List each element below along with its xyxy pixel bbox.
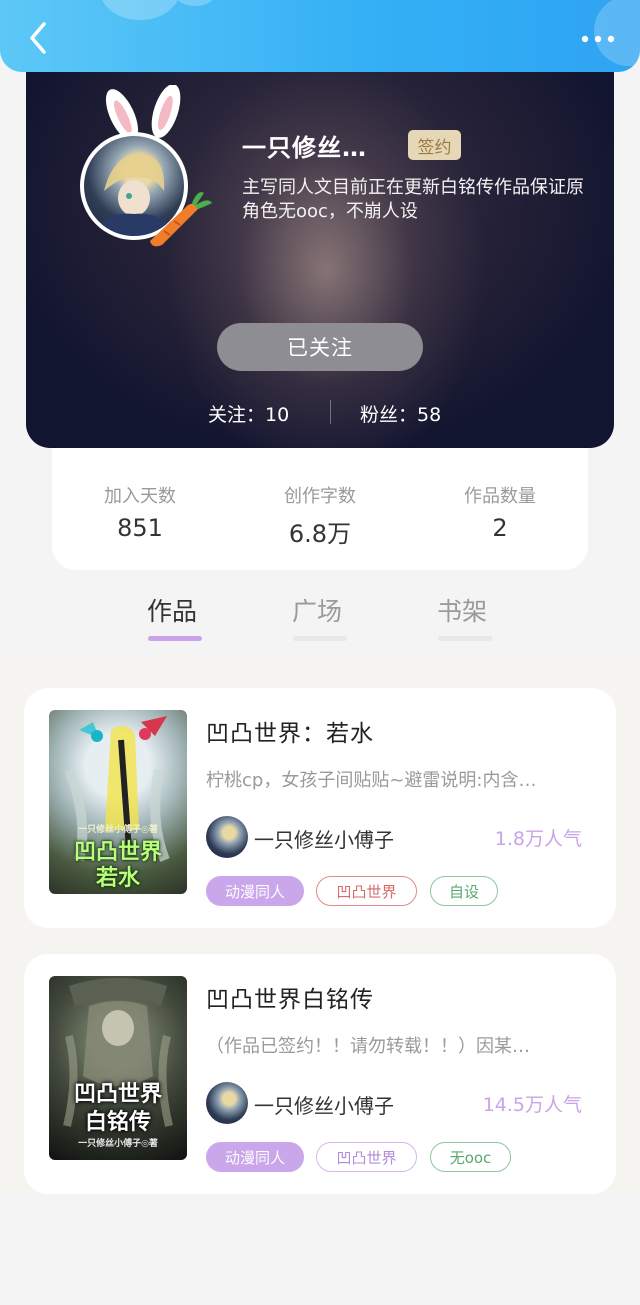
chevron-left-icon <box>30 22 46 54</box>
tag[interactable]: 动漫同人 <box>206 876 304 906</box>
stats-card: 加入天数 851 创作字数 6.8万 作品数量 2 <box>52 448 588 570</box>
carrot-icon <box>150 192 212 247</box>
stat-label: 加入天数 <box>104 486 176 507</box>
book-cover[interactable]: 一只修丝小傅子◎著 凹凸世界 若水 <box>49 710 187 894</box>
tab-indicator <box>438 636 492 641</box>
back-button[interactable] <box>20 18 56 58</box>
work-card[interactable]: 凹凸世界 白铭传 一只修丝小傅子◎著 凹凸世界白铭传 （作品已签约！！请勿转载！… <box>24 954 616 1194</box>
nickname: 一只修丝… <box>242 134 367 162</box>
work-title[interactable]: 凹凸世界：若水 <box>206 714 374 748</box>
fans-count[interactable]: 粉丝：58 <box>360 400 441 427</box>
tab-bar: 作品 广场 书架 <box>0 570 640 660</box>
stat-word-count: 创作字数 6.8万 <box>240 482 400 549</box>
tag[interactable]: 自设 <box>430 876 498 906</box>
sign-badge: 签约 <box>408 130 461 160</box>
following-count[interactable]: 关注：10 <box>208 400 289 427</box>
tab-square[interactable]: 广场 <box>292 592 342 628</box>
work-description: （作品已签约！！请勿转载！！）因某… <box>206 1036 530 1057</box>
stat-value: 6.8万 <box>288 520 352 548</box>
tab-indicator <box>148 636 202 641</box>
stat-work-count: 作品数量 2 <box>420 482 580 542</box>
tab-indicator <box>293 636 347 641</box>
stat-join-days: 加入天数 851 <box>60 482 220 542</box>
follow-counts: 关注：10 粉丝：58 <box>0 396 640 428</box>
author-name[interactable]: 一只修丝小傅子 <box>254 824 394 853</box>
follow-button[interactable]: 已关注 <box>217 323 423 371</box>
stat-label: 作品数量 <box>464 486 536 507</box>
cover-title-line2: 白铭传 <box>84 1110 151 1135</box>
counts-divider <box>330 400 331 424</box>
author-avatar[interactable] <box>206 816 248 858</box>
profile-bio: 主写同人文目前正在更新白铭传作品保证原角色无ooc，不崩人设 <box>242 177 584 222</box>
tag[interactable]: 凹凸世界 <box>316 876 417 906</box>
profile-avatar-wrap[interactable] <box>80 85 212 247</box>
tab-bookshelf[interactable]: 书架 <box>437 592 487 628</box>
work-description: 柠桃cp，女孩子间贴贴~避雷说明:内含… <box>206 770 537 791</box>
author-avatar[interactable] <box>206 1082 248 1124</box>
stat-label: 创作字数 <box>284 486 356 507</box>
book-cover[interactable]: 凹凸世界 白铭传 一只修丝小傅子◎著 <box>49 976 187 1160</box>
tab-works[interactable]: 作品 <box>147 592 197 628</box>
popularity-count: 1.8万人气 <box>494 828 582 850</box>
works-list: 一只修丝小傅子◎著 凹凸世界 若水 凹凸世界：若水 柠桃cp，女孩子间贴贴~避雷… <box>0 660 640 1194</box>
tag[interactable]: 凹凸世界 <box>316 1142 417 1172</box>
top-nav-bar <box>0 0 640 72</box>
author-name[interactable]: 一只修丝小傅子 <box>254 1090 394 1119</box>
tag[interactable]: 动漫同人 <box>206 1142 304 1172</box>
more-dots-icon <box>581 35 615 43</box>
work-card[interactable]: 一只修丝小傅子◎著 凹凸世界 若水 凹凸世界：若水 柠桃cp，女孩子间贴贴~避雷… <box>24 688 616 928</box>
cover-title-line2: 若水 <box>95 866 140 891</box>
popularity-count: 14.5万人气 <box>482 1094 582 1116</box>
cover-author-text: 一只修丝小傅子◎著 <box>78 1139 158 1149</box>
stat-value: 851 <box>117 514 163 542</box>
tag[interactable]: 无ooc <box>430 1142 511 1172</box>
stat-value: 2 <box>492 514 508 542</box>
more-button[interactable] <box>576 24 620 54</box>
work-title[interactable]: 凹凸世界白铭传 <box>206 980 374 1014</box>
